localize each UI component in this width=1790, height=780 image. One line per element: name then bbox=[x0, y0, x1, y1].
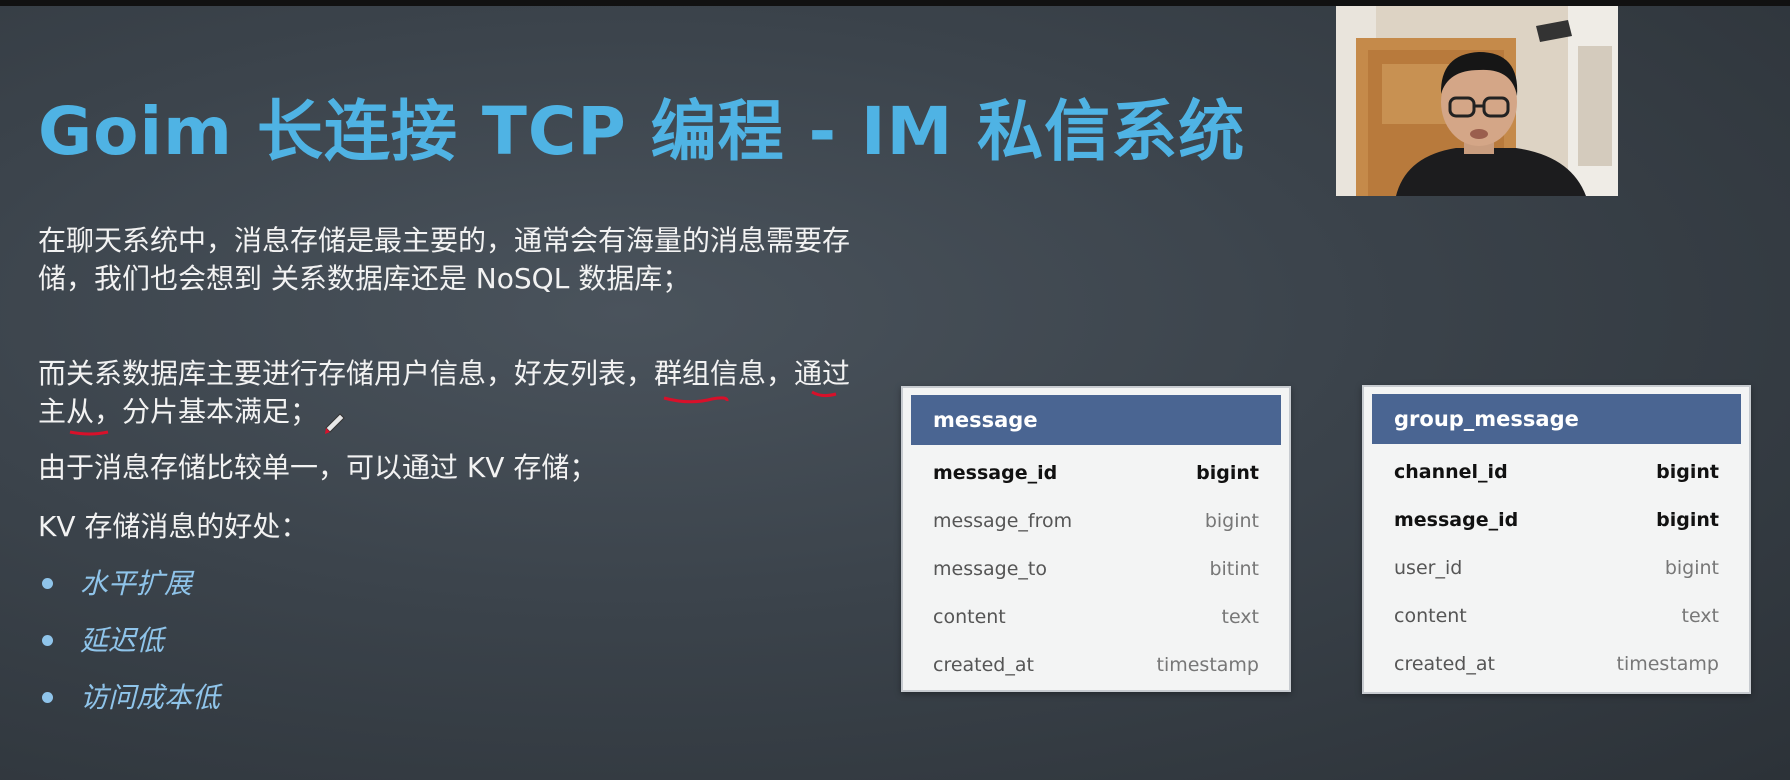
column-name: created_at bbox=[933, 654, 1034, 676]
column-type: bitint bbox=[1209, 558, 1259, 580]
table-title: message bbox=[911, 395, 1281, 445]
column-name: user_id bbox=[1394, 557, 1463, 579]
table-row: channel_id bigint bbox=[1372, 448, 1741, 496]
annotation-underline-group-info bbox=[69, 430, 109, 436]
column-type: bigint bbox=[1656, 461, 1719, 483]
table-row: user_id bigint bbox=[1372, 544, 1741, 592]
column-name: message_id bbox=[1394, 509, 1519, 531]
table-row: created_at timestamp bbox=[1372, 640, 1741, 688]
pen-cursor-icon bbox=[325, 413, 345, 434]
table-message: message message_id bigint message_from big… bbox=[901, 386, 1291, 692]
column-type: bigint bbox=[1664, 557, 1719, 579]
column-name: message_from bbox=[933, 510, 1073, 532]
annotation-underline-group bbox=[811, 390, 837, 398]
benefits-list: 水平扩展 延迟低 访问成本低 bbox=[38, 562, 220, 733]
column-name: content bbox=[1394, 605, 1467, 627]
column-type: timestamp bbox=[1616, 653, 1720, 675]
table-row: message_from bigint bbox=[911, 497, 1281, 545]
bullet-dot-icon bbox=[42, 578, 53, 589]
table-row: content text bbox=[911, 593, 1281, 641]
table-row: message_id bigint bbox=[1372, 496, 1741, 544]
list-item: 延迟低 bbox=[38, 619, 220, 676]
table-title: group_message bbox=[1372, 394, 1741, 444]
column-name: channel_id bbox=[1394, 461, 1508, 483]
table-row: message_id bigint bbox=[911, 449, 1281, 497]
column-type: bigint bbox=[1204, 510, 1259, 532]
column-name: message_id bbox=[933, 462, 1058, 484]
column-name: message_to bbox=[933, 558, 1047, 580]
column-name: content bbox=[933, 606, 1006, 628]
column-type: bigint bbox=[1656, 509, 1719, 531]
column-name: created_at bbox=[1394, 653, 1495, 675]
column-type: text bbox=[1221, 606, 1260, 628]
column-type: timestamp bbox=[1156, 654, 1260, 676]
presenter-webcam bbox=[1336, 6, 1618, 196]
list-item: 访问成本低 bbox=[38, 676, 220, 733]
table-row: created_at timestamp bbox=[911, 641, 1281, 689]
column-type: text bbox=[1681, 605, 1720, 627]
annotation-underline-friends bbox=[663, 396, 729, 404]
table-group-message: group_message channel_id bigint message_i… bbox=[1362, 385, 1751, 694]
list-item: 水平扩展 bbox=[38, 562, 220, 619]
column-type: bigint bbox=[1196, 462, 1259, 484]
table-row: message_to bitint bbox=[911, 545, 1281, 593]
bullet-dot-icon bbox=[42, 635, 53, 646]
table-row: content text bbox=[1372, 592, 1741, 640]
bullet-dot-icon bbox=[42, 692, 53, 703]
